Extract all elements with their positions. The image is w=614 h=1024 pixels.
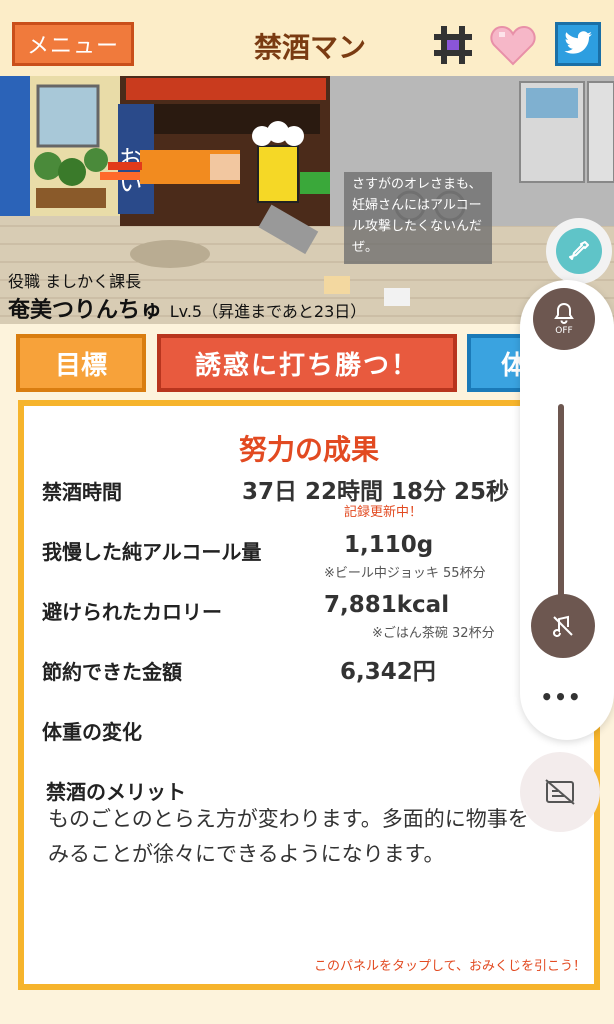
win-temptation-button[interactable]: 誘惑に打ち勝つ！ [157,334,457,392]
calorie-label: 避けられたカロリー [42,600,222,624]
money-value: 6,342円 [340,659,436,685]
floating-control-panel: OFF ••• [520,280,614,740]
heart-icon[interactable] [490,24,536,66]
goal-button[interactable]: 目標 [16,334,146,392]
money-label: 節約できた金額 [42,660,182,684]
role-label: 役職 ましかく課長 [8,272,142,291]
alcohol-note: ※ビール中ジョッキ 55杯分 [324,566,486,581]
bell-state-label: OFF [555,326,573,336]
menu-button[interactable]: メニュー [12,22,134,66]
notification-toggle[interactable]: OFF [533,288,595,350]
merit-label: 禁酒のメリット [46,780,186,804]
volume-slider[interactable] [558,404,564,624]
game-scene[interactable]: おい さすがのオレさまも、妊婦さんにはアルコール攻撃したくないんだぜ。 役職 ま… [0,76,614,324]
weight-label: 体重の変化 [42,720,142,744]
results-panel[interactable]: 努力の成果 禁酒時間 37日 22時間 18分 25秒 記録更新中！ 我慢した純… [18,400,600,990]
captions-off-button[interactable] [520,752,600,832]
results-panel-body: 努力の成果 禁酒時間 37日 22時間 18分 25秒 記録更新中！ 我慢した純… [24,406,594,984]
calorie-value: 7,881kcal [324,592,450,618]
more-options-button[interactable]: ••• [540,680,582,714]
twitter-button[interactable] [555,22,601,66]
hash-icon[interactable] [432,24,474,66]
tap-hint: このパネルをタップして、おみくじを引こう！ [314,959,586,974]
speech-bubble: さすがのオレさまも、妊婦さんにはアルコール攻撃したくないんだぜ。 [344,172,492,264]
top-bar: メニュー 禁酒マン [0,0,614,76]
eyedropper-icon [556,228,602,274]
level-text: Lv.5（昇進まであと23日） [169,302,367,321]
twitter-bird-icon [564,31,592,54]
user-name-text: 奄美つりんちゅ [8,298,163,323]
bell-icon [554,302,574,324]
app-title: 禁酒マン [253,31,366,64]
record-note: 記録更新中！ [344,505,423,520]
panel-title: 努力の成果 [238,433,379,466]
duration-label: 禁酒時間 [42,480,122,504]
color-picker-button[interactable] [546,218,612,284]
mute-button[interactable] [531,594,595,658]
alcohol-value: 1,110g [344,532,434,558]
merit-text: ものごとのとらえ方が変わります。多面的に物事をみることが徐々にできるようになりま… [48,807,529,866]
music-off-icon [553,615,573,637]
alcohol-label: 我慢した純アルコール量 [42,540,262,564]
user-name: 奄美つりんちゅ Lv.5（昇進まであと23日） [8,292,366,324]
calorie-note: ※ごはん茶碗 32杯分 [372,626,495,641]
captions-off-icon [545,779,575,805]
